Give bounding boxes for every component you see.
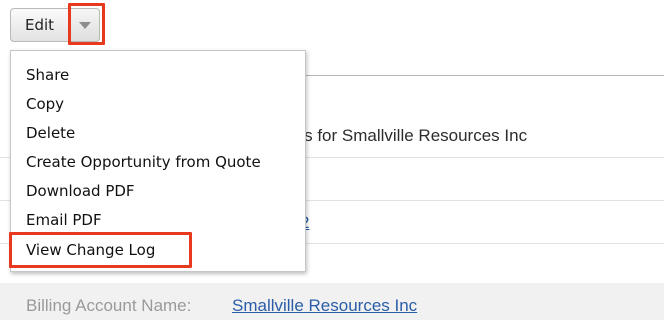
edit-button[interactable]: Edit	[10, 8, 68, 42]
header-divider	[305, 75, 664, 76]
record-title-partial: ers for Smallville Resources Inc	[289, 126, 528, 145]
billing-account-link[interactable]: Smallville Resources Inc	[232, 296, 417, 316]
menu-item-copy[interactable]: Copy	[26, 95, 64, 113]
menu-item-download-pdf[interactable]: Download PDF	[26, 182, 135, 200]
billing-account-label: Billing Account Name:	[26, 296, 192, 315]
menu-item-delete[interactable]: Delete	[26, 124, 75, 142]
menu-item-create-opportunity[interactable]: Create Opportunity from Quote	[26, 153, 261, 171]
caret-highlight-box	[68, 3, 105, 45]
menu-item-email-pdf[interactable]: Email PDF	[26, 211, 102, 229]
menu-item-share[interactable]: Share	[26, 66, 69, 84]
view-change-log-highlight-box	[9, 232, 192, 268]
